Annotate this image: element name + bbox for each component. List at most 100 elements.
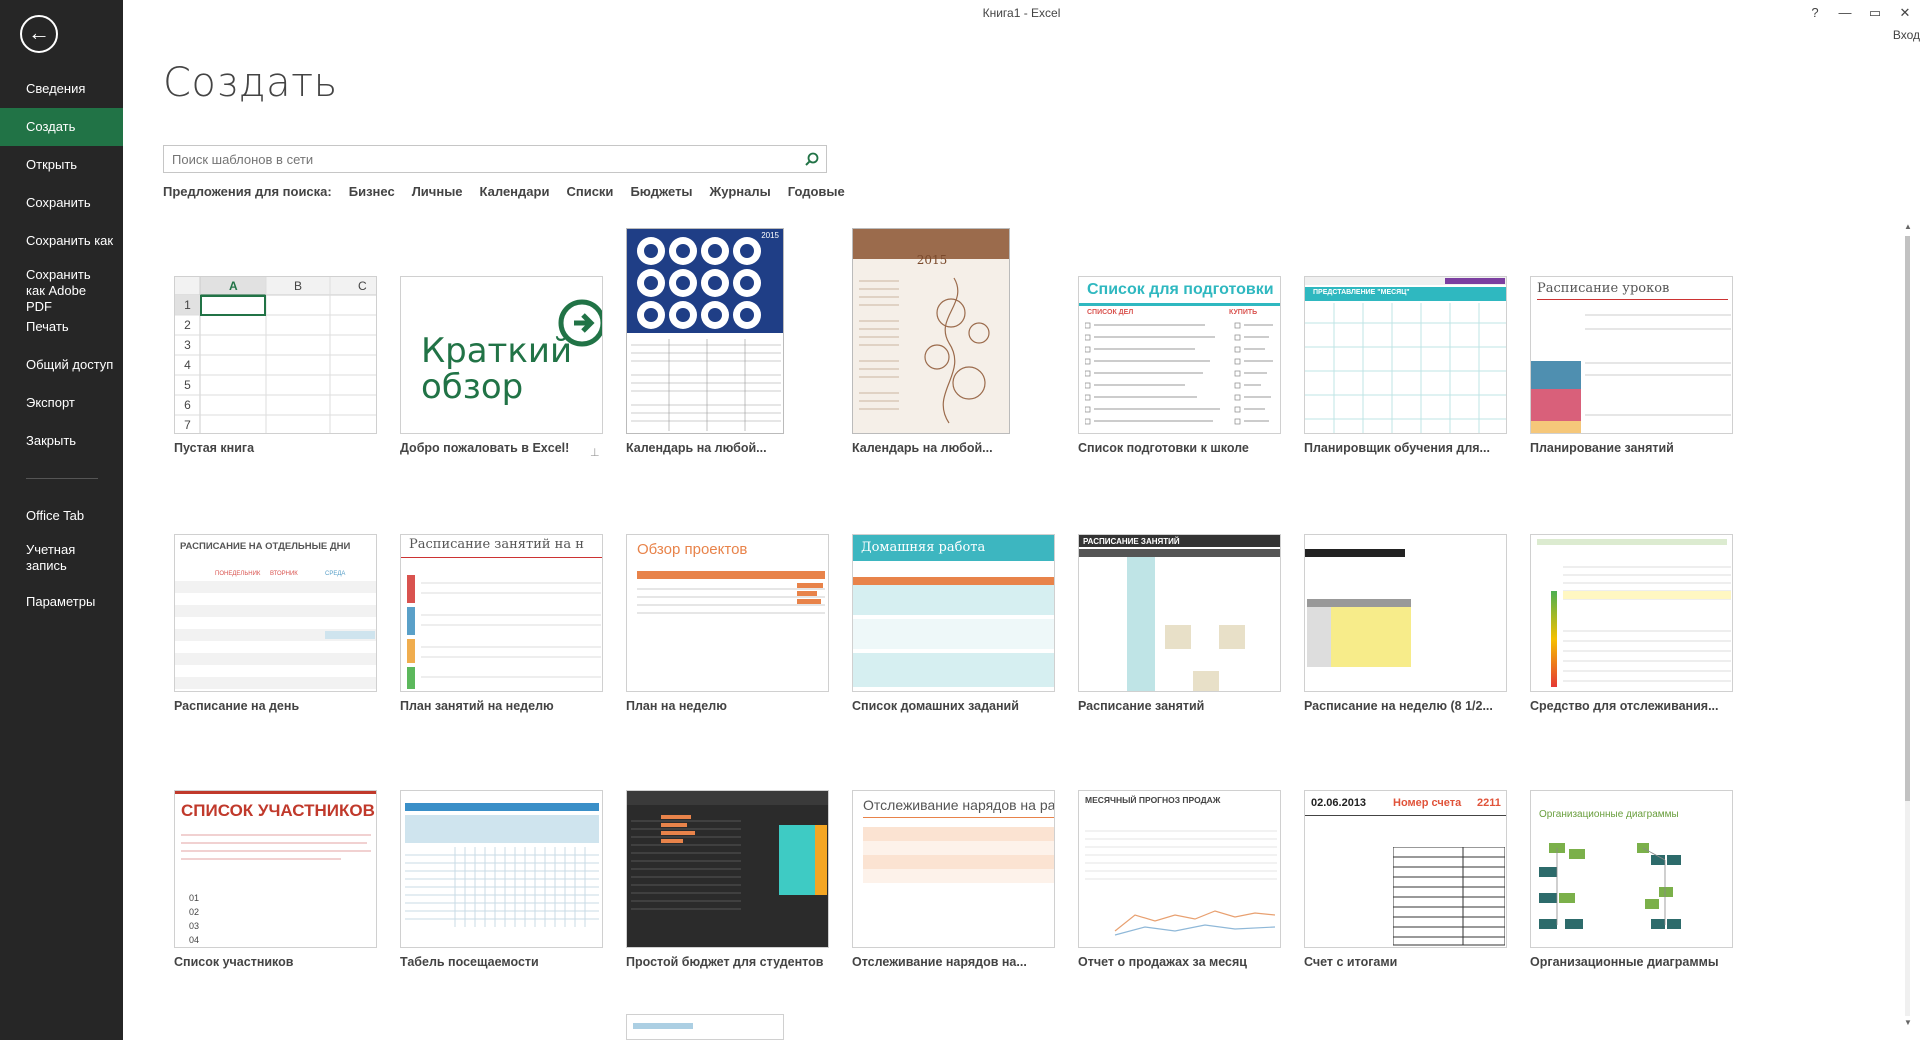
- scroll-thumb[interactable]: [1905, 236, 1910, 801]
- template-thumbnail: РАСПИСАНИЕ ЗАНЯТИЙ: [1078, 534, 1281, 692]
- project-bars-preview: [637, 583, 825, 614]
- template-thumbnail: 02.06.2013 Номер счета 2211: [1304, 790, 1507, 948]
- thumb-heading: Расписание занятий на н: [409, 537, 584, 552]
- nav-item-open[interactable]: Открыть: [0, 146, 123, 184]
- nav-item-print[interactable]: Печать: [0, 308, 123, 346]
- nav-separator: [26, 478, 98, 479]
- week-lessons-preview: [421, 582, 601, 678]
- column-header-c: C: [358, 279, 367, 293]
- template-thumbnail: Краткий обзор: [400, 276, 603, 434]
- title-bar: Книга1 - Excel ? — ▭ ✕: [123, 0, 1920, 26]
- template-tile[interactable]: Список для подготовки СПИСОК ДЕЛ КУПИТЬ …: [1078, 228, 1281, 458]
- nav-item-save-as[interactable]: Сохранить как: [0, 222, 123, 260]
- vertical-scrollbar[interactable]: ▲ ▼: [1902, 222, 1914, 1030]
- nav-item-export[interactable]: Экспорт: [0, 384, 123, 422]
- month-planner-preview: [1305, 303, 1506, 433]
- nav-item-account[interactable]: Учетная запись: [0, 535, 123, 583]
- template-tile[interactable]: ПРЕДСТАВЛЕНИЕ "МЕСЯЦ" Планировщик обучен…: [1304, 228, 1507, 458]
- template-label: Планировщик обучения для...: [1304, 441, 1490, 455]
- template-thumbnail: Список для подготовки СПИСОК ДЕЛ КУПИТЬ: [1078, 276, 1281, 434]
- template-thumbnail: Организационные диаграммы: [1530, 790, 1733, 948]
- thumb-heading: Организационные диаграммы: [1539, 809, 1679, 820]
- suggestion-logs[interactable]: Журналы: [710, 184, 771, 199]
- template-label: Расписание на день: [174, 699, 300, 713]
- template-label: План занятий на неделю: [400, 699, 554, 713]
- nav-item-office-tab[interactable]: Office Tab: [0, 497, 123, 535]
- template-label: Организационные диаграммы: [1530, 955, 1719, 969]
- nav-item-info[interactable]: Сведения: [0, 70, 123, 108]
- tour-text-line1: Краткий: [421, 331, 573, 371]
- scroll-up-icon[interactable]: ▲: [1902, 222, 1914, 234]
- template-thumbnail: Обзор проектов: [626, 534, 829, 692]
- sales-report-preview: [1085, 830, 1277, 936]
- template-tile[interactable]: 2015 Календарь на любой...: [626, 228, 829, 458]
- template-label: Список участников: [174, 955, 294, 969]
- template-thumbnail: 2015: [626, 228, 784, 434]
- template-thumbnail: ПРЕДСТАВЛЕНИЕ "МЕСЯЦ": [1304, 276, 1507, 434]
- checklist-preview: [1085, 322, 1273, 425]
- template-thumbnail: Отслеживание нарядов на ра: [852, 790, 1055, 948]
- suggestion-lists[interactable]: Списки: [566, 184, 613, 199]
- row-headers: 1 2 3 4 5 6 7: [184, 298, 191, 432]
- suggestion-yearly[interactable]: Годовые: [788, 184, 845, 199]
- org-chart-preview: [1539, 843, 1681, 929]
- suggestion-personal[interactable]: Личные: [412, 184, 463, 199]
- restore-button[interactable]: ▭: [1860, 2, 1890, 24]
- template-label: Расписание на неделю (8 1/2...: [1304, 699, 1493, 713]
- template-tile[interactable]: Обзор проектов План на неделю: [626, 534, 829, 734]
- template-tile[interactable]: Простой бюджет для студентов: [626, 790, 829, 990]
- backstage-nav: Сведения Создать Открыть Сохранить Сохра…: [0, 70, 123, 621]
- nav-item-save-as-pdf[interactable]: Сохранить как Adobe PDF: [0, 260, 123, 314]
- template-tile[interactable]: 2015 Календарь на любой...: [852, 228, 1055, 458]
- template-thumbnail: [1304, 534, 1507, 692]
- template-thumbnail: Расписание уроков: [1530, 276, 1733, 434]
- budget-bar: [779, 825, 815, 895]
- minimize-button[interactable]: —: [1830, 2, 1860, 24]
- template-tile[interactable]: Табель посещаемости: [400, 790, 603, 990]
- template-label: Календарь на любой...: [626, 441, 767, 455]
- template-tile[interactable]: Краткий обзор Добро пожаловать в Excel! …: [400, 228, 603, 459]
- nav-item-options[interactable]: Параметры: [0, 583, 123, 621]
- template-tile[interactable]: Расписание уроков Планирование занятий: [1530, 228, 1733, 458]
- template-tile[interactable]: Организационные диаграммы Организационны…: [1530, 790, 1733, 990]
- zodiac-icons: [637, 237, 761, 329]
- close-button[interactable]: ✕: [1890, 2, 1920, 24]
- back-button[interactable]: ←: [20, 15, 58, 53]
- invoice-date: 02.06.2013: [1311, 797, 1367, 809]
- search-input[interactable]: [164, 146, 784, 172]
- nav-item-save[interactable]: Сохранить: [0, 184, 123, 222]
- template-tile[interactable]: РАСПИСАНИЕ ЗАНЯТИЙ Расписание занятий: [1078, 534, 1281, 734]
- template-tile[interactable]: Средство для отслеживания...: [1530, 534, 1733, 734]
- template-tile[interactable]: СПИСОК УЧАСТНИКОВ 01 02 03 04 Список уча…: [174, 790, 377, 990]
- scroll-down-icon[interactable]: ▼: [1902, 1018, 1914, 1030]
- suggestion-calendars[interactable]: Календари: [480, 184, 550, 199]
- pin-icon[interactable]: ⊥: [590, 446, 600, 459]
- back-arrow-icon: ←: [28, 20, 50, 45]
- template-tile[interactable]: Расписание занятий на н План занятий на …: [400, 534, 603, 734]
- signin-link[interactable]: Вход: [1893, 28, 1920, 42]
- thumb-heading: РАСПИСАНИЕ НА ОТДЕЛЬНЫЕ ДНИ: [180, 541, 351, 552]
- nav-item-new[interactable]: Создать: [0, 108, 123, 146]
- column-header-a: A: [229, 279, 238, 293]
- nav-item-share[interactable]: Общий доступ: [0, 346, 123, 384]
- template-tile[interactable]: РАСПИСАНИЕ НА ОТДЕЛЬНЫЕ ДНИ ПОНЕДЕЛЬНИК …: [174, 534, 377, 734]
- template-tile[interactable]: 02.06.2013 Номер счета 2211 Счет с итога…: [1304, 790, 1507, 990]
- thumb-heading: СПИСОК УЧАСТНИКОВ: [181, 801, 375, 820]
- template-label: Счет с итогами: [1304, 955, 1398, 969]
- nav-item-close[interactable]: Закрыть: [0, 422, 123, 460]
- template-tile[interactable]: Расписание на неделю (8 1/2...: [1304, 534, 1507, 734]
- template-label: Отчет о продажах за месяц: [1078, 955, 1247, 969]
- template-thumbnail: [400, 790, 603, 948]
- template-tile[interactable]: A B C 1 2 3 4 5 6 7 Пустая книга: [174, 228, 377, 458]
- template-tile[interactable]: МЕСЯЧНЫЙ ПРОГНОЗ ПРОДАЖ Отчет о продажах…: [1078, 790, 1281, 990]
- template-thumbnail: Домашняя работа: [852, 534, 1055, 692]
- suggestion-business[interactable]: Бизнес: [349, 184, 395, 199]
- help-button[interactable]: ?: [1800, 2, 1830, 24]
- invoice-title: Номер счета: [1393, 797, 1462, 809]
- template-tile[interactable]: Отслеживание нарядов на ра Отслеживание …: [852, 790, 1055, 990]
- template-tile[interactable]: Домашняя работа Список домашних заданий: [852, 534, 1055, 734]
- search-icon[interactable]: [804, 151, 820, 167]
- page-title: Создать: [163, 60, 338, 106]
- template-tile[interactable]: [626, 1014, 829, 1040]
- suggestion-budgets[interactable]: Бюджеты: [630, 184, 692, 199]
